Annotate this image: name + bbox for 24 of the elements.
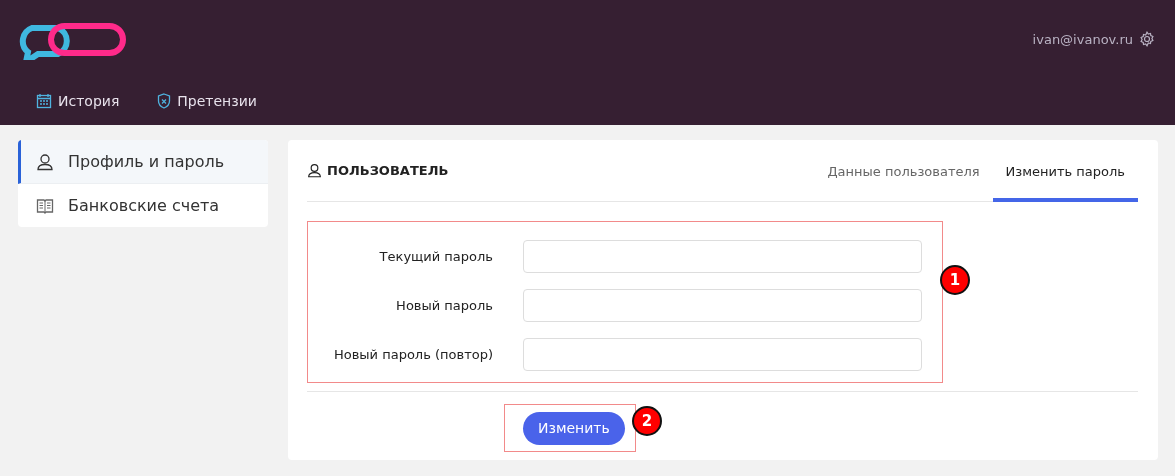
calendar-icon xyxy=(36,93,52,109)
tab[interactable]: Изменить пароль xyxy=(992,140,1138,202)
password-field[interactable] xyxy=(523,240,922,273)
annotation-badge: 1 xyxy=(940,265,970,295)
user-icon xyxy=(36,152,54,171)
nav-link[interactable]: Претензии xyxy=(157,93,257,109)
settings-icon[interactable] xyxy=(1139,31,1155,47)
logo[interactable] xyxy=(18,20,128,60)
book-icon xyxy=(36,196,54,215)
annotation-badge: 2 xyxy=(632,406,662,436)
field-label: Текущий пароль xyxy=(378,249,493,264)
sidebar-item[interactable]: Банковские счета xyxy=(18,184,268,227)
shield-icon xyxy=(157,93,172,109)
submit-button[interactable]: Изменить xyxy=(523,411,625,445)
field-label: Новый пароль (повтор) xyxy=(332,347,493,362)
card-title: ПОЛЬЗОВАТЕЛЬ xyxy=(327,163,449,178)
tab[interactable]: Данные пользователя xyxy=(814,140,993,202)
nav-link[interactable]: История xyxy=(36,93,120,109)
sidebar-item[interactable]: Профиль и пароль xyxy=(18,140,268,184)
user-icon xyxy=(307,163,322,178)
password-field[interactable] xyxy=(523,338,922,371)
user-email[interactable]: ivan@ivanov.ru xyxy=(1032,31,1133,47)
password-field[interactable] xyxy=(523,289,922,322)
field-label: Новый пароль xyxy=(395,298,493,313)
